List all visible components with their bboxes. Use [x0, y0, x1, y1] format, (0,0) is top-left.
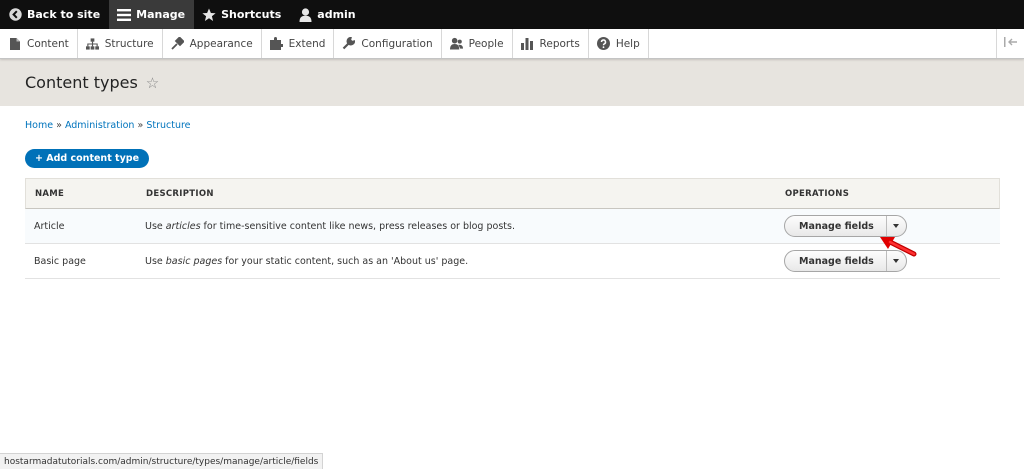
breadcrumb-administration[interactable]: Administration [65, 120, 135, 131]
manage-tab[interactable]: Manage [109, 0, 195, 29]
people-icon [449, 37, 463, 50]
collapse-left-icon [1003, 37, 1018, 50]
manage-label: Manage [136, 8, 186, 21]
bar-chart-icon [521, 37, 534, 50]
shortcuts-tab[interactable]: Shortcuts [194, 0, 290, 29]
tray-item-configuration[interactable]: Configuration [334, 29, 442, 58]
description-text: for your static content, such as an 'Abo… [222, 255, 469, 267]
breadcrumb-structure[interactable]: Structure [146, 120, 190, 131]
tray-item-label: Extend [288, 37, 326, 50]
brush-icon [170, 37, 184, 50]
tray-item-structure[interactable]: Structure [78, 29, 163, 58]
tray-orientation-toggle[interactable] [996, 29, 1024, 58]
caret-down-icon [893, 224, 900, 228]
annotation-arrow-icon [880, 237, 917, 257]
sitemap-icon [85, 37, 99, 50]
tray-item-label: Reports [539, 37, 580, 50]
description-text: Use [145, 255, 166, 267]
help-icon [596, 37, 610, 50]
user-label: admin [317, 8, 356, 21]
caret-down-icon [893, 259, 900, 263]
shortcut-star-icon[interactable]: ☆ [146, 74, 159, 92]
column-header-name[interactable]: NAME [26, 189, 138, 199]
back-to-site-label: Back to site [27, 8, 101, 21]
add-content-type-button[interactable]: + Add content type [25, 149, 150, 168]
chevron-left-circle-icon [8, 8, 22, 22]
manage-fields-button[interactable]: Manage fields [785, 216, 887, 236]
browser-status-bar: hostarmadatutorials.com/admin/structure/… [0, 453, 324, 469]
content-type-name: Basic page [34, 255, 86, 267]
tray-item-label: Structure [104, 37, 154, 50]
puzzle-icon [269, 37, 283, 50]
description-emphasis: articles [165, 220, 201, 232]
breadcrumb-home[interactable]: Home [25, 120, 53, 131]
tray-item-help[interactable]: Help [589, 29, 649, 58]
table-row: Basic page Use basic pages for your stat… [25, 244, 1000, 279]
tray-item-people[interactable]: People [442, 29, 513, 58]
content-type-name: Article [34, 220, 65, 232]
content-type-description: Use basic pages for your static content,… [137, 256, 775, 267]
breadcrumb-separator: » [56, 120, 65, 131]
content-type-description: Use articles for time-sensitive content … [137, 221, 775, 232]
wrench-icon [342, 37, 356, 50]
manage-fields-button[interactable]: Manage fields [785, 251, 887, 271]
tray-item-label: Configuration [361, 37, 433, 50]
hamburger-icon [117, 8, 132, 22]
description-text: for time-sensitive content like news, pr… [200, 220, 515, 232]
page-title: Content types [25, 73, 138, 92]
description-emphasis: basic pages [165, 255, 223, 267]
column-header-description: DESCRIPTION [146, 188, 214, 199]
tray-item-label: Help [615, 37, 640, 50]
admin-tray-menu: Content Structure Appearance Extend Conf… [0, 29, 1024, 59]
tray-item-label: Content [27, 37, 69, 50]
file-icon [8, 37, 21, 50]
tray-item-label: Appearance [189, 37, 253, 50]
tray-item-label: People [468, 37, 504, 50]
description-text: Use [145, 220, 166, 232]
page-header: Content types ☆ [0, 59, 1024, 106]
admin-toolbar: Back to site Manage Shortcuts admin [0, 0, 1024, 29]
column-header-operations: OPERATIONS [785, 188, 850, 199]
back-to-site-link[interactable]: Back to site [0, 0, 109, 29]
breadcrumb: Home » Administration » Structure [25, 120, 191, 131]
table-row: Article Use articles for time-sensitive … [25, 209, 1000, 244]
content-types-table: NAME DESCRIPTION OPERATIONS Article Use … [25, 178, 1000, 279]
breadcrumb-separator: » [137, 120, 147, 131]
user-tab[interactable]: admin [290, 0, 364, 29]
tray-item-appearance[interactable]: Appearance [163, 29, 262, 58]
user-icon [298, 7, 312, 22]
tray-item-content[interactable]: Content [0, 29, 78, 58]
tray-item-extend[interactable]: Extend [262, 29, 335, 58]
tray-item-reports[interactable]: Reports [513, 29, 589, 58]
star-icon [202, 8, 216, 22]
table-header: NAME DESCRIPTION OPERATIONS [25, 178, 1000, 209]
shortcuts-label: Shortcuts [221, 8, 282, 21]
